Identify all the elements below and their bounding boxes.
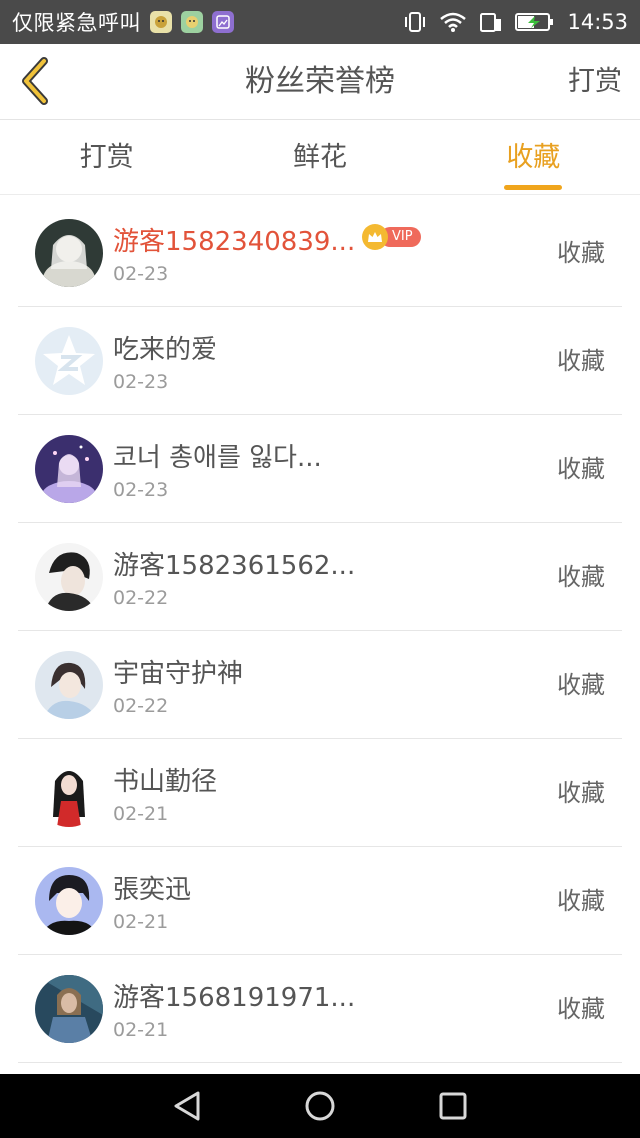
carrier-notice: 仅限紧急呼叫 (12, 11, 141, 35)
tab-bar: 打赏 鲜花 收藏 (0, 121, 640, 195)
date: 02-21 (113, 911, 169, 933)
tab-label: 收藏 (506, 142, 561, 173)
back-triangle-icon[interactable] (170, 1089, 204, 1123)
list-item[interactable]: 吃来的爱 02-23 收藏 (18, 307, 622, 415)
user-name: 코너 총애를 잃다... (113, 443, 322, 473)
avatar (35, 327, 103, 395)
date: 02-23 (113, 371, 169, 393)
date: 02-21 (113, 803, 169, 825)
fan-list: 游客1582340839... VIP 02-23 收藏 吃来的爱 02-23 … (18, 199, 622, 1063)
list-item[interactable]: 宇宙守护神 02-22 收藏 (18, 631, 622, 739)
favorite-label: 收藏 (557, 347, 605, 375)
avatar (35, 759, 103, 827)
favorite-label: 收藏 (557, 887, 605, 915)
avatar (35, 435, 103, 503)
reward-button[interactable]: 打赏 (568, 44, 622, 120)
favorite-label: 收藏 (557, 455, 605, 483)
tab-label: 鲜花 (292, 142, 347, 173)
user-name: 游客1582361562... (113, 551, 356, 581)
status-bar: 仅限紧急呼叫 14:53 (0, 0, 640, 44)
user-name: 书山勤径 (113, 767, 218, 797)
user-name: 游客1568191971... (113, 983, 356, 1013)
list-item[interactable]: 張奕迅 02-21 收藏 (18, 847, 622, 955)
favorite-label: 收藏 (557, 671, 605, 699)
chevron-left-icon (22, 57, 48, 105)
app-screen: 仅限紧急呼叫 14:53 粉丝荣誉榜 打赏 打赏 鲜花 收藏 游客1582340… (0, 0, 640, 1138)
tab-label: 打赏 (79, 142, 134, 173)
top-app-bar: 粉丝荣誉榜 打赏 (0, 44, 640, 120)
avatar (35, 975, 103, 1043)
status-indicators: 14:53 (403, 10, 628, 34)
list-item[interactable]: 游客1568191971... 02-21 收藏 (18, 955, 622, 1063)
home-circle-icon[interactable] (303, 1089, 337, 1123)
list-item[interactable]: 코너 총애를 잃다... 02-23 收藏 (18, 415, 622, 523)
sim-icon (480, 13, 502, 32)
user-name: 吃来的爱 (113, 335, 218, 365)
favorite-label: 收藏 (557, 239, 605, 267)
notification-gallery-icon (212, 11, 234, 33)
back-button[interactable] (10, 56, 60, 106)
tab-favorites[interactable]: 收藏 (427, 121, 640, 194)
user-name: 宇宙守护神 (113, 659, 244, 689)
favorite-label: 收藏 (557, 995, 605, 1023)
list-item[interactable]: 书山勤径 02-21 收藏 (18, 739, 622, 847)
avatar (35, 219, 103, 287)
battery-charging-icon (515, 13, 554, 31)
avatar (35, 651, 103, 719)
list-item[interactable]: 游客1582340839... VIP 02-23 收藏 (18, 199, 622, 307)
system-nav-bar (0, 1074, 640, 1138)
tab-flowers[interactable]: 鲜花 (213, 121, 426, 194)
vibrate-icon (405, 12, 426, 32)
favorite-label: 收藏 (557, 779, 605, 807)
vip-badge: VIP (362, 224, 421, 250)
clock: 14:53 (567, 10, 628, 34)
wifi-icon (440, 12, 467, 32)
user-name: 張奕迅 (113, 875, 192, 905)
date: 02-21 (113, 1019, 169, 1041)
notification-app-icon (181, 11, 203, 33)
crown-icon (362, 224, 388, 250)
favorite-label: 收藏 (557, 563, 605, 591)
avatar (35, 543, 103, 611)
date: 02-23 (113, 263, 169, 285)
user-name: 游客1582340839... (113, 227, 356, 257)
date: 02-22 (113, 695, 169, 717)
recents-square-icon[interactable] (436, 1089, 470, 1123)
list-item[interactable]: 游客1582361562... 02-22 收藏 (18, 523, 622, 631)
notification-app-icon (150, 11, 172, 33)
avatar (35, 867, 103, 935)
active-tab-indicator (504, 185, 563, 190)
tab-reward[interactable]: 打赏 (0, 121, 213, 194)
date: 02-22 (113, 587, 169, 609)
date: 02-23 (113, 479, 169, 501)
page-title: 粉丝荣誉榜 (245, 64, 395, 99)
